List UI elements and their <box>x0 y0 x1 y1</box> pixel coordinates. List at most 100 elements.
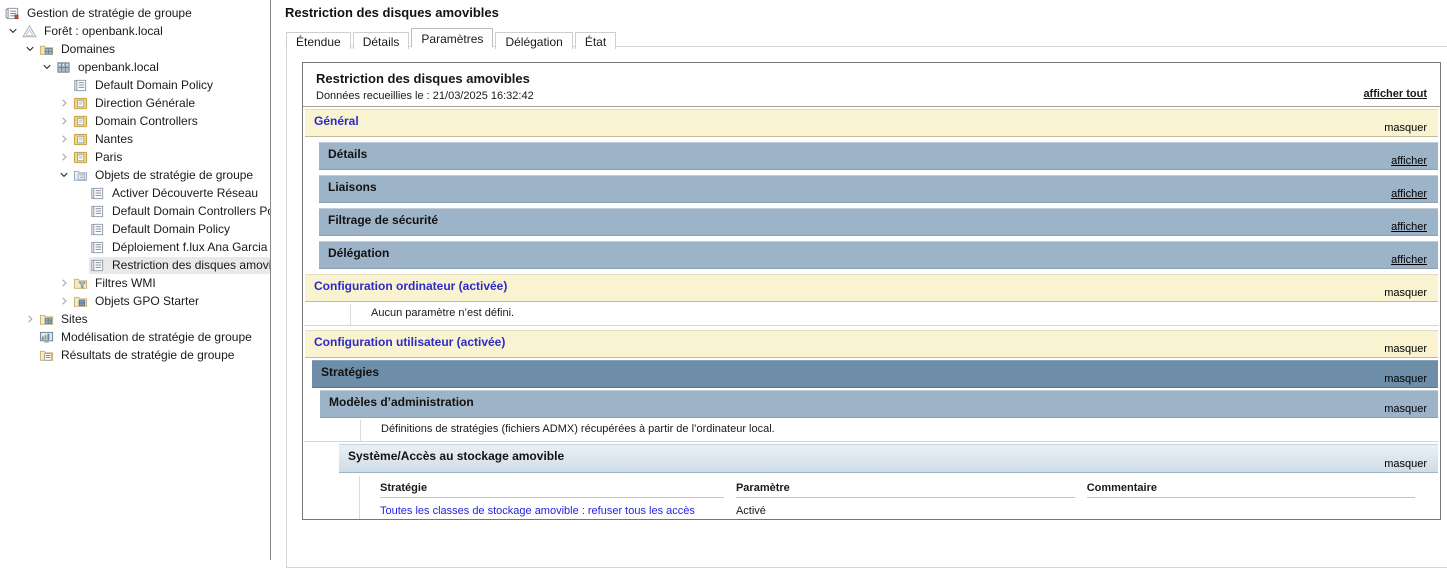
section-admin-templates-title: Modèles d’administration <box>329 395 474 409</box>
show-link[interactable]: afficher <box>1391 254 1427 266</box>
chevron-placeholder <box>72 240 89 254</box>
chevron-right-icon[interactable] <box>55 150 72 164</box>
tree-item-ou-nantes[interactable]: Nantes <box>0 130 270 148</box>
tree-item-root[interactable]: Gestion de stratégie de groupe <box>0 4 270 22</box>
chevron-right-icon[interactable] <box>55 294 72 308</box>
tree-item-gpo-restriction-disques[interactable]: Restriction des disques amovib <box>0 256 270 274</box>
tree-item-sites[interactable]: Sites <box>0 310 270 328</box>
ou-icon <box>73 114 88 129</box>
chevron-placeholder <box>72 186 89 200</box>
chevron-right-icon[interactable] <box>55 132 72 146</box>
hide-link[interactable]: masquer <box>1384 343 1427 355</box>
section-liaisons-title: Liaisons <box>328 180 377 194</box>
chevron-placeholder <box>72 204 89 218</box>
chevron-placeholder <box>21 348 38 362</box>
wmi-filter-icon <box>73 276 88 291</box>
section-computer-config: Configuration ordinateur (activée) masqu… <box>305 274 1438 302</box>
tree-item-ou-direction-generale[interactable]: Direction Générale <box>0 94 270 112</box>
gpo-icon <box>90 186 105 201</box>
page-title: Restriction des disques amovibles <box>285 5 499 20</box>
chevron-right-icon[interactable] <box>21 312 38 326</box>
section-details: Détails afficher <box>319 142 1438 170</box>
hide-link[interactable]: masquer <box>1384 287 1427 299</box>
show-link[interactable]: afficher <box>1391 155 1427 167</box>
chevron-placeholder <box>72 258 89 272</box>
chevron-down-icon[interactable] <box>38 60 55 74</box>
tree-item-label: Direction Générale <box>93 96 197 110</box>
selected-tree-item: Restriction des disques amovib <box>89 257 271 274</box>
computer-config-empty-row: Aucun paramètre n’est défini. <box>304 304 1439 326</box>
ou-icon <box>73 96 88 111</box>
tree-item-gpo-container[interactable]: Objets de stratégie de groupe <box>0 166 270 184</box>
tab-delegation[interactable]: Délégation <box>495 32 572 49</box>
hide-link[interactable]: masquer <box>1384 122 1427 134</box>
chevron-down-icon[interactable] <box>55 168 72 182</box>
tab-details[interactable]: Détails <box>353 32 410 49</box>
show-all-link[interactable]: afficher tout <box>1363 88 1427 100</box>
hide-link[interactable]: masquer <box>1384 373 1427 385</box>
chevron-right-icon[interactable] <box>55 114 72 128</box>
section-user-config-title: Configuration utilisateur (activée) <box>314 335 505 349</box>
tree-item-domains[interactable]: Domaines <box>0 40 270 58</box>
tree-item-label: Forêt : openbank.local <box>42 24 165 38</box>
tree-item-ou-paris[interactable]: Paris <box>0 148 270 166</box>
col-header-commentaire: Commentaire <box>1087 478 1415 498</box>
settings-table: Stratégie Paramètre Commentaire Toutes l… <box>380 478 1427 520</box>
computer-config-empty-text: Aucun paramètre n’est défini. <box>350 304 1439 325</box>
tab-parametres[interactable]: Paramètres <box>411 28 493 47</box>
tab-etat[interactable]: État <box>575 32 616 49</box>
tree-item-wmi-filters[interactable]: Filtres WMI <box>0 274 270 292</box>
gpo-settings-report: Restriction des disques amovibles Donnée… <box>302 62 1441 520</box>
section-admin-templates: Modèles d’administration masquer <box>320 390 1438 418</box>
policy-setting-comment <box>1087 498 1427 520</box>
report-header: Restriction des disques amovibles Donnée… <box>303 63 1440 107</box>
forest-icon <box>22 24 37 39</box>
tree-item-ou-domain-controllers[interactable]: Domain Controllers <box>0 112 270 130</box>
section-security-filtering-title: Filtrage de sécurité <box>328 213 438 227</box>
col-header-parametre: Paramètre <box>736 478 1075 498</box>
tree-item-gpo-default-dc-policy[interactable]: Default Domain Controllers Po <box>0 202 270 220</box>
tree-item-default-domain-policy-link[interactable]: Default Domain Policy <box>0 76 270 94</box>
gpo-icon <box>90 222 105 237</box>
show-link[interactable]: afficher <box>1391 221 1427 233</box>
tree-item-label: Sites <box>59 312 90 326</box>
chevron-right-icon[interactable] <box>55 276 72 290</box>
policy-setting-link[interactable]: Toutes les classes de stockage amovible … <box>380 505 695 517</box>
show-link[interactable]: afficher <box>1391 188 1427 200</box>
tree-item-modeling[interactable]: Modélisation de stratégie de groupe <box>0 328 270 346</box>
tree-item-label: Domain Controllers <box>93 114 200 128</box>
section-delegation: Délégation afficher <box>319 241 1438 269</box>
section-computer-config-title: Configuration ordinateur (activée) <box>314 279 507 293</box>
gpo-icon <box>73 78 88 93</box>
section-general: Général masquer <box>305 109 1438 137</box>
console-icon <box>5 6 20 21</box>
gpo-detail-pane: Restriction des disques amovibles Étendu… <box>272 0 1447 560</box>
tree-item-label: Filtres WMI <box>93 276 158 290</box>
tab-etendue[interactable]: Étendue <box>286 32 351 49</box>
tree-item-label: Déploiement f.lux Ana Garcia <box>110 240 269 254</box>
section-security-filtering: Filtrage de sécurité afficher <box>319 208 1438 236</box>
results-icon <box>39 348 54 363</box>
tree-item-gpo-default-domain-policy[interactable]: Default Domain Policy <box>0 220 270 238</box>
section-removable-storage: Système/Accès au stockage amovible masqu… <box>339 444 1438 473</box>
tree-item-starter-gpos[interactable]: Objets GPO Starter <box>0 292 270 310</box>
section-details-title: Détails <box>328 147 367 161</box>
hide-link[interactable]: masquer <box>1384 403 1427 415</box>
gpo-folder-icon <box>73 168 88 183</box>
tree-item-gpo-deploiement-flux[interactable]: Déploiement f.lux Ana Garcia <box>0 238 270 256</box>
domains-icon <box>39 42 54 57</box>
tree-item-results[interactable]: Résultats de stratégie de groupe <box>0 346 270 364</box>
section-delegation-title: Délégation <box>328 246 389 260</box>
tree-item-forest[interactable]: Forêt : openbank.local <box>0 22 270 40</box>
settings-tab-page: Restriction des disques amovibles Donnée… <box>286 46 1447 568</box>
ou-icon <box>73 132 88 147</box>
hide-link[interactable]: masquer <box>1384 458 1427 470</box>
chevron-down-icon[interactable] <box>4 24 21 38</box>
tree-item-label: Default Domain Policy <box>110 222 232 236</box>
chevron-down-icon[interactable] <box>21 42 38 56</box>
tree-item-domain-openbank[interactable]: openbank.local <box>0 58 270 76</box>
table-row: Toutes les classes de stockage amovible … <box>380 498 1427 520</box>
chevron-right-icon[interactable] <box>55 96 72 110</box>
tree-item-gpo-activer-decouverte[interactable]: Activer Découverte Réseau <box>0 184 270 202</box>
tree-item-label: Objets de stratégie de groupe <box>93 168 255 182</box>
